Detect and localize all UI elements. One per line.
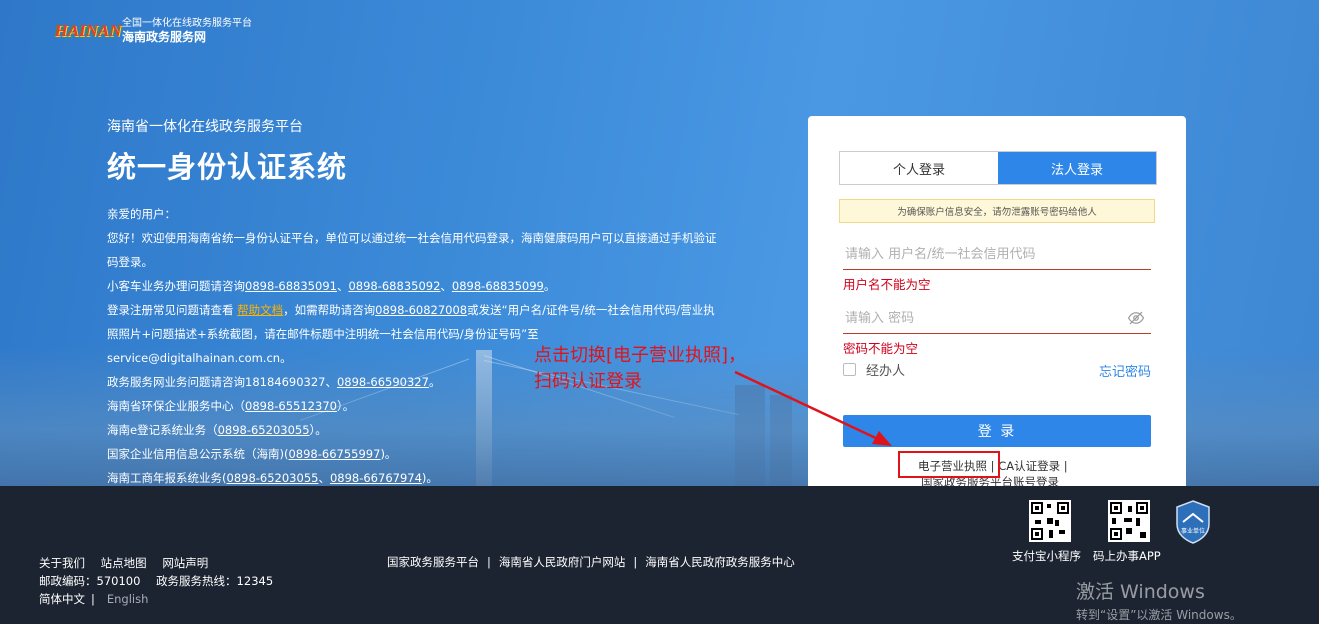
footer: 关于我们 站点地图 网站声明 邮政编码：570100 政务服务热线：12345 …: [0, 486, 1319, 624]
footer-link-service-center[interactable]: 海南省人民政府政务服务中心: [645, 555, 795, 569]
app-qr-code-icon: [1108, 500, 1150, 542]
footer-links: 国家政务服务平台 | 海南省人民政府门户网站 | 海南省人民政府政务服务中心: [387, 555, 795, 569]
windows-activation-watermark: 激活 Windows 转到“设置”以激活 Windows。: [1076, 581, 1242, 622]
postcode: 邮政编码：570100: [39, 574, 141, 588]
statement-link[interactable]: 网站声明: [162, 556, 208, 570]
annotation-arrow-icon: [734, 370, 892, 446]
lang-chinese[interactable]: 简体中文: [39, 592, 85, 606]
institution-badge-icon[interactable]: 事业单位: [1175, 500, 1211, 544]
sitemap-link[interactable]: 站点地图: [101, 556, 147, 570]
footer-link-national[interactable]: 国家政务服务平台: [387, 555, 479, 569]
about-link[interactable]: 关于我们: [39, 556, 85, 570]
app-qr-label: 码上办事APP: [1093, 549, 1161, 563]
footer-link-portal[interactable]: 海南省人民政府门户网站: [499, 555, 626, 569]
svg-text:事业单位: 事业单位: [1181, 527, 1205, 535]
alipay-qr-label: 支付宝小程序: [1012, 549, 1081, 563]
alipay-qr-code-icon: [1029, 500, 1071, 542]
lang-english[interactable]: English: [107, 592, 149, 606]
footer-info: 关于我们 站点地图 网站声明 邮政编码：570100 政务服务热线：12345 …: [39, 556, 274, 606]
hotline: 政务服务热线：12345: [156, 574, 274, 588]
